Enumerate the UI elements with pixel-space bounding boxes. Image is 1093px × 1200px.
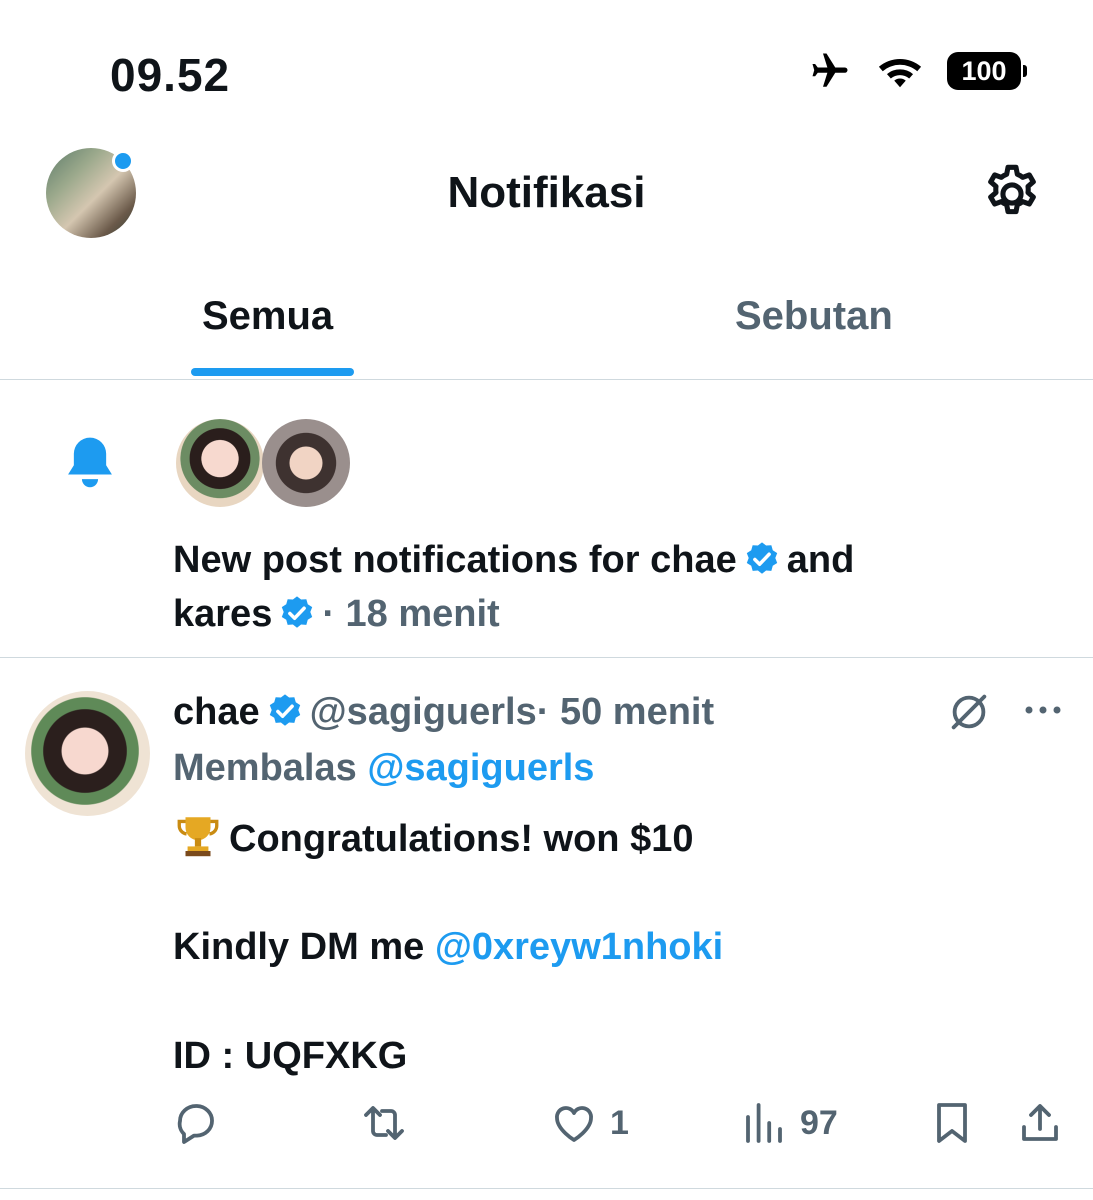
tab-semua[interactable]: Semua bbox=[202, 294, 333, 339]
user-kares-name[interactable]: kares bbox=[173, 593, 272, 635]
views-chart-icon bbox=[746, 1103, 782, 1143]
page-title: Notifikasi bbox=[447, 168, 646, 217]
mention-link[interactable]: @0xreyw1nhoki bbox=[435, 926, 723, 968]
reply-icon bbox=[177, 1104, 214, 1144]
tweet-line-3: ID : UQFXKG bbox=[173, 1035, 408, 1077]
reply-context: Membalas @sagiguerls bbox=[173, 743, 594, 793]
tab-bar: Semua Sebutan bbox=[0, 270, 1093, 380]
wifi-icon bbox=[878, 58, 922, 88]
battery-level: 100 bbox=[961, 55, 1007, 86]
status-time: 09.52 bbox=[110, 49, 231, 101]
bookmark-icon bbox=[937, 1103, 967, 1143]
views-button[interactable]: 97 bbox=[740, 1099, 838, 1147]
reply-handle-link[interactable]: @sagiguerls bbox=[367, 747, 594, 789]
notification-prefix: New post notifications for bbox=[173, 539, 651, 581]
active-tab-indicator bbox=[191, 368, 354, 376]
reply-button[interactable] bbox=[172, 1099, 220, 1147]
verified-badge-icon bbox=[282, 596, 313, 628]
tweet-author-name[interactable]: chae bbox=[173, 691, 260, 733]
tweet-line-1: Congratulations! won $10 bbox=[173, 811, 723, 865]
heart-icon bbox=[555, 1106, 593, 1142]
more-options-icon[interactable] bbox=[1022, 695, 1064, 725]
tweet-text-line-2: Kindly DM me bbox=[173, 926, 435, 968]
user-chae-name[interactable]: chae bbox=[650, 539, 737, 581]
grok-icon[interactable] bbox=[944, 689, 994, 735]
tweet-avatar[interactable] bbox=[25, 691, 150, 816]
share-icon bbox=[1022, 1104, 1058, 1141]
notification-text: New post notifications for chae and kares… bbox=[173, 533, 1033, 641]
status-icons: 100 bbox=[807, 50, 1027, 92]
reply-prefix: Membalas bbox=[173, 747, 368, 789]
notification-conj: and bbox=[786, 539, 855, 581]
tweet-item[interactable]: chae @sagiguerls· 50 menit Membalas @sagi… bbox=[0, 659, 1093, 1189]
settings-gear-icon[interactable] bbox=[980, 162, 1044, 226]
notification-time: · 18 menit bbox=[322, 593, 500, 635]
tweet-actions: 1 97 bbox=[0, 1099, 1093, 1159]
tweet-time: · 50 menit bbox=[536, 691, 715, 733]
tab-sebutan[interactable]: Sebutan bbox=[735, 294, 893, 339]
tweet-header: chae @sagiguerls· 50 menit bbox=[173, 687, 714, 737]
bell-icon bbox=[68, 437, 112, 488]
verified-badge-icon bbox=[269, 694, 300, 726]
views-count: 97 bbox=[800, 1103, 838, 1142]
tweet-text-line-1: Congratulations! won $10 bbox=[229, 818, 694, 860]
bookmark-button[interactable] bbox=[928, 1099, 976, 1147]
like-count: 1 bbox=[610, 1103, 629, 1142]
tweet-line-2: Kindly DM me @0xreyw1nhoki bbox=[173, 920, 723, 974]
like-button[interactable]: 1 bbox=[550, 1099, 629, 1147]
trophy-icon bbox=[177, 817, 219, 857]
notification-item[interactable]: New post notifications for chae and kares… bbox=[0, 381, 1093, 658]
battery-icon: 100 bbox=[947, 52, 1027, 90]
status-bar: 09.52 100 bbox=[0, 0, 1093, 140]
tweet-author-handle[interactable]: @sagiguerls bbox=[310, 691, 537, 733]
share-button[interactable] bbox=[1016, 1099, 1064, 1147]
header: Notifikasi bbox=[0, 140, 1093, 250]
repost-button[interactable] bbox=[360, 1099, 408, 1147]
tweet-body: Congratulations! won $10 Kindly DM me @0… bbox=[173, 811, 723, 1083]
repost-icon bbox=[364, 1106, 404, 1140]
avatar-chae[interactable] bbox=[176, 419, 264, 507]
airplane-icon bbox=[812, 53, 848, 87]
verified-badge-icon bbox=[746, 542, 777, 574]
avatar-kares[interactable] bbox=[262, 419, 350, 507]
